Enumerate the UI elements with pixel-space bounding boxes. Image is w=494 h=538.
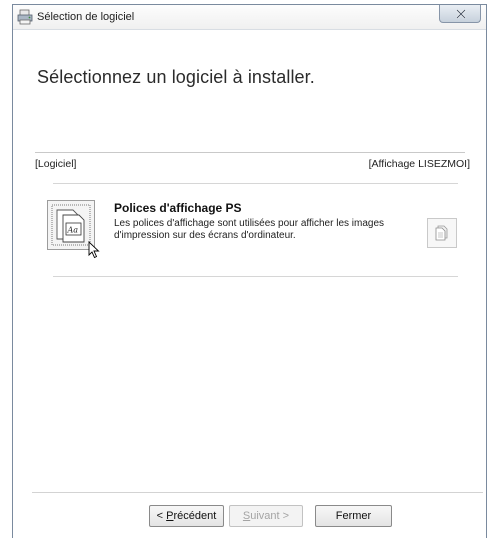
divider [35,152,465,153]
title-bar: Sélection de logiciel [13,5,486,30]
mouse-pointer-icon [88,240,100,264]
previous-button[interactable]: < Précédent [149,505,224,527]
svg-text:Aa: Aa [67,226,79,235]
close-window-button[interactable] [439,5,481,23]
next-suffix: > [279,510,290,522]
close-button[interactable]: Fermer [315,505,392,527]
previous-prefix: < [156,510,167,522]
previous-label: récédent [173,510,217,522]
printer-app-icon [17,9,33,25]
previous-accelerator: P [166,510,174,522]
divider [32,492,483,493]
page-heading: Sélectionnez un logiciel à installer. [37,67,315,87]
software-column-header: [Logiciel] [35,158,77,170]
document-icon [435,225,448,241]
software-title: Polices d'affichage PS [114,201,242,215]
window-title: Sélection de logiciel [37,11,135,23]
divider [53,183,458,184]
software-description: Les polices d'affichage sont utilisées p… [114,218,385,241]
close-icon [456,9,466,19]
divider [53,276,458,277]
next-button[interactable]: Suivant > [229,505,303,527]
readme-column-header: [Affichage LISEZMOI] [368,158,470,170]
view-readme-button[interactable] [427,218,457,248]
dialog-window: Sélection de logiciel Sélectionnez un lo… [12,4,487,538]
next-label: uivant [250,510,280,522]
